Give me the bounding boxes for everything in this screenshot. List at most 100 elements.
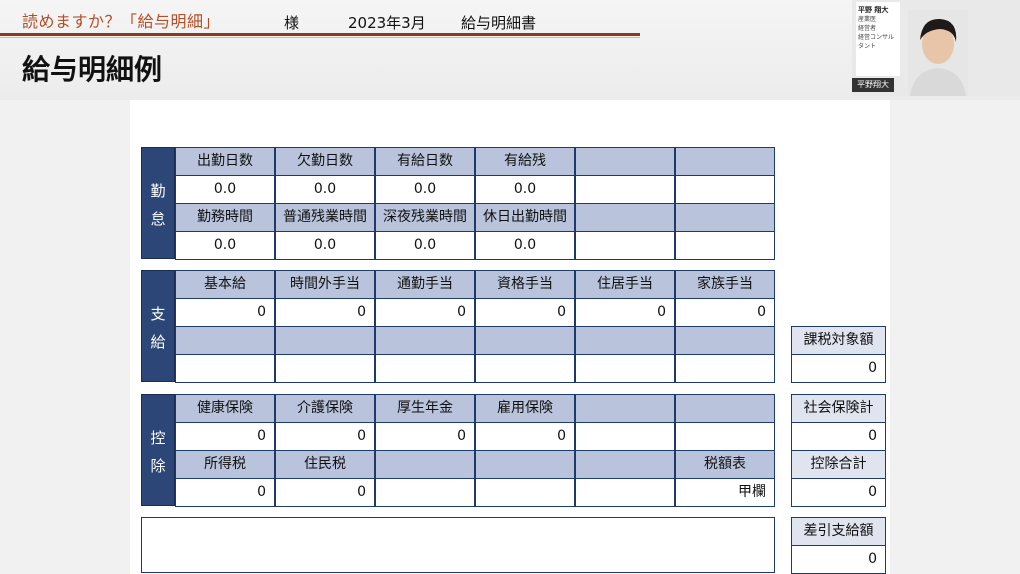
recipient-sama: 様 (284, 14, 300, 32)
payment-header (675, 326, 775, 355)
deduction-header (575, 394, 675, 423)
tax-table-header: 税額表 (675, 450, 775, 479)
payment-value (375, 354, 475, 383)
slide-title: 給与明細例 (22, 53, 163, 86)
attendance-side-label: 勤 怠 (141, 147, 175, 259)
attendance-value (675, 231, 775, 260)
card-line: 経営コンサルタント (858, 34, 895, 50)
payment-header: 資格手当 (475, 270, 575, 299)
side-char: 控 (150, 429, 166, 447)
payment-value (675, 354, 775, 383)
side-char: 除 (150, 457, 166, 475)
deduction-header: 住民税 (275, 450, 375, 479)
payment-value (275, 354, 375, 383)
attendance-header: 勤務時間 (175, 203, 275, 232)
payment-header: 時間外手当 (275, 270, 375, 299)
attendance-header (575, 147, 675, 176)
header-rule-thin (0, 37, 640, 38)
deduction-value: 0 (375, 422, 475, 451)
deduction-value (575, 422, 675, 451)
payment-value (475, 354, 575, 383)
deduction-value: 0 (275, 478, 375, 507)
card-line: 経営者 (858, 25, 877, 32)
payment-value: 0 (475, 298, 575, 327)
attendance-header: 有給日数 (375, 147, 475, 176)
net-pay-value: 0 (791, 545, 886, 574)
card-line: 産業医 (858, 16, 877, 23)
attendance-header: 普通残業時間 (275, 203, 375, 232)
deduction-header (575, 450, 675, 479)
deduction-value (375, 478, 475, 507)
attendance-value: 0.0 (275, 175, 375, 204)
deduction-value (575, 478, 675, 507)
presenter-name-tag: 平野翔大 (852, 78, 894, 92)
deduction-header: 健康保険 (175, 394, 275, 423)
attendance-value: 0.0 (375, 231, 475, 260)
header-rule (0, 33, 640, 36)
attendance-header: 深夜残業時間 (375, 203, 475, 232)
deduction-header (675, 394, 775, 423)
side-char: 給 (150, 333, 166, 351)
attendance-value: 0.0 (475, 231, 575, 260)
attendance-value: 0.0 (475, 175, 575, 204)
deduction-value: 0 (475, 422, 575, 451)
presenter-video: 平野 翔大 産業医 経営者 経営コンサルタント 平野翔大 (852, 0, 1020, 96)
attendance-value: 0.0 (275, 231, 375, 260)
net-pay-label: 差引支給額 (791, 517, 886, 546)
side-char: 勤 (150, 182, 166, 200)
pay-period: 2023年3月 (348, 14, 426, 32)
social-insurance-total-value: 0 (791, 422, 886, 451)
payment-header (475, 326, 575, 355)
deduction-header (475, 450, 575, 479)
payment-side-label: 支 給 (141, 270, 175, 382)
attendance-value (575, 175, 675, 204)
social-insurance-total-label: 社会保険計 (791, 394, 886, 423)
payment-header (375, 326, 475, 355)
payment-value: 0 (375, 298, 475, 327)
payment-value (575, 354, 675, 383)
taxable-amount-value: 0 (791, 354, 886, 383)
payment-header: 家族手当 (675, 270, 775, 299)
deduction-value (675, 422, 775, 451)
attendance-value: 0.0 (375, 175, 475, 204)
attendance-header: 欠勤日数 (275, 147, 375, 176)
attendance-header: 出勤日数 (175, 147, 275, 176)
deduction-total-label: 控除合計 (791, 450, 886, 479)
attendance-header: 有給残 (475, 147, 575, 176)
presenter-avatar (908, 10, 968, 96)
attendance-value: 0.0 (175, 231, 275, 260)
deduction-header: 厚生年金 (375, 394, 475, 423)
attendance-header: 休日出勤時間 (475, 203, 575, 232)
payment-value: 0 (575, 298, 675, 327)
payment-value: 0 (275, 298, 375, 327)
taxable-amount-label: 課税対象額 (791, 326, 886, 355)
attendance-value (575, 231, 675, 260)
deduction-header: 介護保険 (275, 394, 375, 423)
payment-header (575, 326, 675, 355)
deduction-header: 雇用保険 (475, 394, 575, 423)
deduction-header (375, 450, 475, 479)
deduction-side-label: 控 除 (141, 394, 175, 506)
payment-header: 住居手当 (575, 270, 675, 299)
attendance-header (675, 147, 775, 176)
slide-subtitle: 読めますか？「給与明細」 (22, 12, 221, 31)
remarks-box (141, 517, 775, 573)
deduction-value: 0 (175, 422, 275, 451)
deduction-value (475, 478, 575, 507)
payment-value: 0 (175, 298, 275, 327)
attendance-header (575, 203, 675, 232)
payment-header (275, 326, 375, 355)
payment-value (175, 354, 275, 383)
deduction-total-value: 0 (791, 478, 886, 507)
side-char: 支 (150, 305, 166, 323)
attendance-value: 0.0 (175, 175, 275, 204)
payment-header: 基本給 (175, 270, 275, 299)
deduction-header: 所得税 (175, 450, 275, 479)
card-line-name: 平野 翔大 (858, 6, 889, 14)
deduction-value: 0 (175, 478, 275, 507)
presenter-card: 平野 翔大 産業医 経営者 経営コンサルタント (856, 2, 900, 76)
side-char: 怠 (150, 210, 166, 228)
payslip-doc-title: 給与明細書 (461, 14, 537, 32)
payment-header: 通勤手当 (375, 270, 475, 299)
attendance-header (675, 203, 775, 232)
